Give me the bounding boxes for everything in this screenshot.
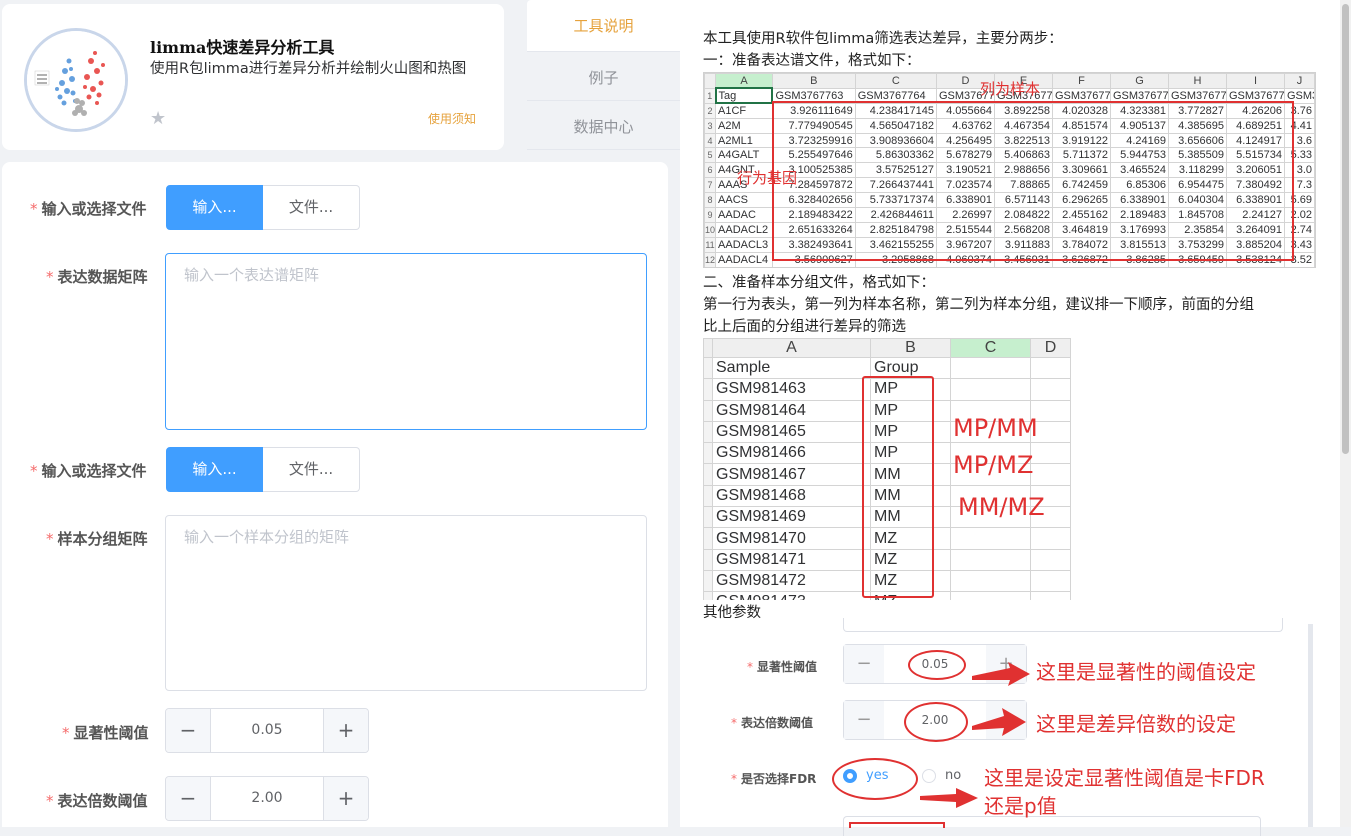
- arrow-to-fc-note: [972, 708, 1026, 736]
- scrollbar-thumb[interactable]: [1342, 4, 1349, 454]
- page-scrollbar[interactable]: [1340, 0, 1351, 827]
- arrow-to-fdr-note: [920, 788, 978, 808]
- annotation-fdr-note-2: 还是p值: [984, 794, 1057, 818]
- annotation-arrows: [920, 662, 1030, 808]
- annotation-pvalue-note: 这里是显著性的阈值设定: [1036, 660, 1256, 684]
- annotation-fdr-note-1: 这里是设定显著性阈值是卡FDR: [984, 766, 1265, 790]
- annotation-fc-note: 这里是差异倍数的设定: [1036, 712, 1236, 736]
- arrow-to-pvalue-note: [972, 662, 1030, 686]
